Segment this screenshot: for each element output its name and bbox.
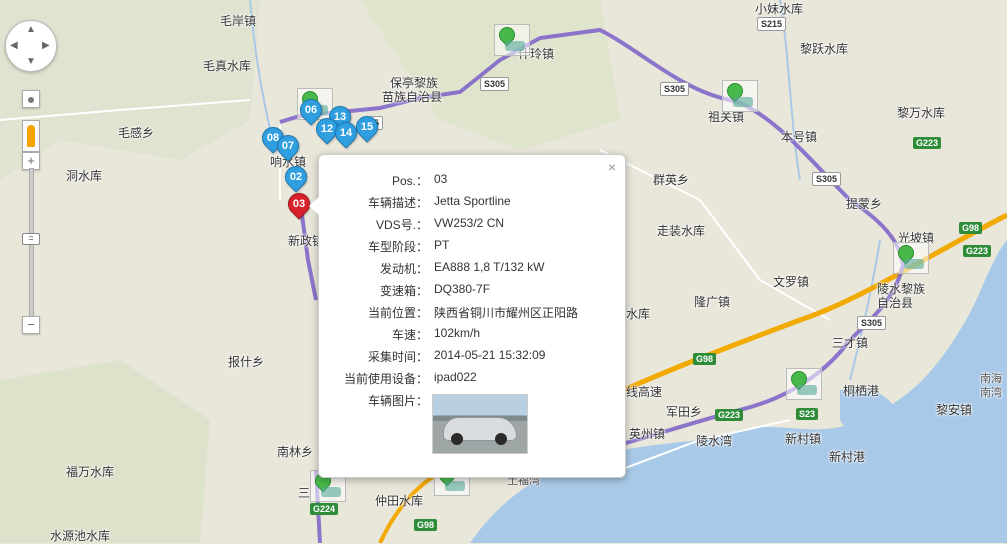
info-row: 变速箱： DQ380-7F — [319, 282, 625, 304]
road-shield: S23 — [796, 408, 819, 420]
info-row: Pos.： 03 — [319, 172, 625, 194]
road-shield: S305 — [660, 82, 690, 96]
zoom-slider-handle[interactable]: = — [22, 233, 40, 245]
vehicle-photo[interactable] — [432, 394, 528, 454]
info-value: PT — [434, 238, 450, 252]
place-label: 走装水库 — [657, 224, 706, 238]
info-value: 2014-05-21 15:32:09 — [434, 348, 546, 362]
place-label: 新村镇 — [785, 432, 822, 446]
place-label: 毛真水库 — [203, 59, 252, 73]
pan-down-icon[interactable]: ▼ — [26, 57, 36, 67]
place-label: 黎跃水库 — [800, 42, 849, 56]
place-label: 苗族自治县 — [382, 90, 443, 104]
place-label: 新村港 — [829, 450, 866, 464]
info-value: ipad022 — [434, 370, 477, 384]
info-key: 发动机： — [379, 262, 428, 276]
road-shield: G98 — [959, 222, 983, 234]
info-row: 车辆描述： Jetta Sportline — [319, 194, 625, 216]
place-label: 三 — [298, 486, 311, 500]
place-label: 隆广镇 — [694, 295, 731, 309]
place-label: 本号镇 — [781, 130, 818, 144]
place-label: 福万水库 — [66, 465, 115, 479]
place-label: 黎安镇 — [936, 403, 973, 417]
info-key: 车速： — [391, 328, 428, 342]
place-label: 毛感乡 — [118, 126, 155, 140]
info-value: EA888 1,8 T/132 kW — [434, 260, 545, 274]
info-key: 变速箱： — [379, 284, 428, 298]
marker-label: 06 — [304, 104, 318, 116]
place-label: 水源池水库 — [50, 529, 111, 543]
info-key: 当前位置： — [367, 306, 428, 320]
place-label: 三才镇 — [832, 336, 869, 350]
place-label: 报什乡 — [228, 355, 265, 369]
place-label: 提蒙乡 — [846, 197, 883, 211]
road-shield: S305 — [857, 316, 887, 330]
marker-label: 14 — [339, 127, 353, 139]
road-shield: G224 — [310, 503, 339, 515]
place-label: 南湾 — [980, 387, 1002, 399]
place-label: 文罗镇 — [773, 275, 810, 289]
info-value: DQ380-7F — [434, 282, 491, 296]
place-label: 英州镇 — [629, 427, 666, 441]
info-key: 采集时间： — [367, 350, 428, 364]
place-label: 军田乡 — [666, 405, 703, 419]
pegman-icon[interactable] — [22, 120, 40, 152]
place-label: 毛岸镇 — [220, 14, 257, 28]
info-value: 陕西省铜川市耀州区正阳路 — [434, 306, 579, 320]
marker-label: 03 — [292, 198, 306, 210]
info-key: 车辆图片： — [367, 394, 428, 408]
info-key: 当前使用设备： — [343, 372, 428, 386]
info-row: 车型阶段： PT — [319, 238, 625, 260]
vehicle-camera-marker[interactable] — [494, 23, 530, 56]
vehicle-info-popup: × Pos.： 03 车辆描述： Jetta Sportline VDS号.： VW253… — [309, 154, 626, 478]
info-row: 采集时间： 2014-05-21 15:32:09 — [319, 348, 625, 370]
info-key: VDS号.： — [375, 218, 428, 232]
place-label: 桐栖港 — [843, 384, 880, 398]
place-label: 黎万水库 — [897, 106, 946, 120]
place-label: 水库 — [626, 307, 651, 321]
road-shield: G98 — [693, 353, 717, 365]
road-shield: S215 — [757, 17, 787, 31]
info-value: 102km/h — [434, 326, 481, 340]
info-row: 发动机： EA888 1,8 T/132 kW — [319, 260, 625, 282]
marker-label: 02 — [289, 171, 303, 183]
road-shield: G98 — [414, 519, 438, 531]
vehicle-camera-marker[interactable] — [786, 367, 822, 400]
info-value: VW253/2 CN — [434, 216, 505, 230]
marker-label: 15 — [360, 121, 374, 133]
info-row: VDS号.： VW253/2 CN — [319, 216, 625, 238]
pan-control[interactable]: ▲ ▼ ◀ ▶ — [5, 20, 57, 72]
info-value: Jetta Sportline — [434, 194, 511, 208]
road-shield: S305 — [480, 77, 510, 91]
info-key: 车型阶段： — [367, 240, 428, 254]
road-shield: G223 — [913, 137, 942, 149]
place-label: 群英乡 — [653, 173, 690, 187]
place-label: 小妹水库 — [755, 2, 804, 16]
info-row: 当前使用设备： ipad022 — [319, 370, 625, 392]
pan-left-icon[interactable]: ◀ — [10, 41, 18, 51]
info-value: 03 — [434, 172, 448, 186]
vehicle-camera-marker[interactable] — [722, 79, 758, 112]
zoom-out-button[interactable]: − — [22, 316, 40, 334]
pan-up-icon[interactable]: ▲ — [26, 25, 36, 35]
locate-button[interactable] — [22, 90, 40, 108]
place-label: 仲田水库 — [375, 494, 424, 508]
place-label: 南林乡 — [277, 445, 314, 459]
info-row: 车速： 102km/h — [319, 326, 625, 348]
marker-label: 12 — [320, 123, 334, 135]
info-key: Pos.： — [391, 174, 428, 188]
place-label: 自治县 — [877, 296, 914, 310]
vehicle-camera-marker[interactable] — [893, 241, 929, 274]
info-row: 当前位置： 陕西省铜川市耀州区正阳路 — [319, 304, 625, 326]
place-label: 陵水湾 — [696, 434, 733, 448]
road-shield: G223 — [963, 245, 992, 257]
place-label: 线高速 — [626, 385, 663, 399]
marker-label: 07 — [281, 140, 295, 152]
place-label: 洞水库 — [66, 169, 103, 183]
road-shield: S305 — [812, 172, 842, 186]
road-shield: G223 — [715, 409, 744, 421]
info-key: 车辆描述： — [367, 196, 428, 210]
pan-right-icon[interactable]: ▶ — [42, 41, 50, 51]
